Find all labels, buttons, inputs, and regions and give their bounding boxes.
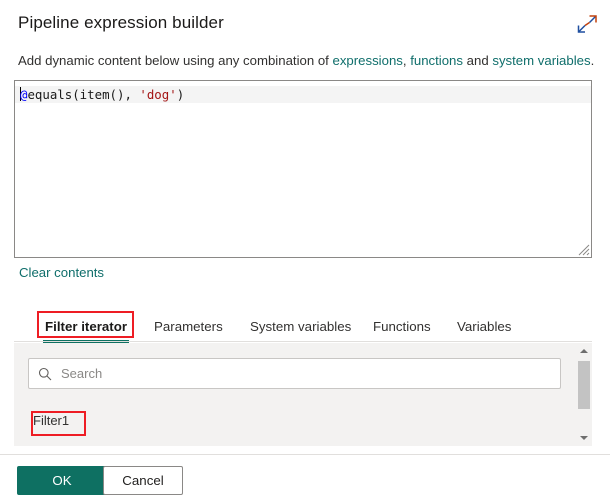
tab-content-pane: Filter1 [14,343,592,446]
expression-editor[interactable]: @equals(item(), 'dog') [14,80,592,258]
pane-scrollbar[interactable] [576,343,592,446]
expression-code-line: @equals(item(), 'dog') [15,86,184,103]
tab-variables[interactable]: Variables [455,312,513,341]
tab-filter-iterator[interactable]: Filter iterator [43,312,130,343]
cancel-button[interactable]: Cancel [103,466,183,495]
link-functions[interactable]: functions [410,53,463,68]
tab-system-variables[interactable]: System variables [248,312,353,341]
code-token-close-paren: ) [176,87,185,102]
subtitle-prefix: Add dynamic content below using any comb… [18,53,333,68]
tab-parameters[interactable]: Parameters [152,312,225,341]
expand-icon-svg [577,15,597,33]
link-system-variables[interactable]: system variables [492,53,590,68]
footer-divider [0,454,610,455]
scroll-up-arrow-icon[interactable] [576,343,592,359]
tab-bar: Filter iterator Parameters System variab… [0,312,610,343]
tab-functions[interactable]: Functions [371,312,433,341]
subtitle-sep-2: and [463,53,493,68]
scrollbar-thumb[interactable] [578,361,590,409]
clear-contents-link[interactable]: Clear contents [19,265,104,280]
expand-diagonal-arrows-icon[interactable] [576,13,598,35]
resize-grip-svg [578,244,590,256]
code-token-function: equals(item(), [27,87,140,102]
search-input[interactable] [59,365,551,382]
tab-bottom-divider [14,341,592,342]
editor-active-line[interactable]: @equals(item(), 'dog') [15,86,591,103]
scroll-down-arrow-icon[interactable] [576,430,592,446]
link-expressions[interactable]: expressions [333,53,403,68]
subtitle-suffix: . [590,53,595,68]
panel-header: Pipeline expression builder [0,0,610,44]
code-token-string: 'dog' [139,87,177,102]
search-box[interactable] [28,358,561,389]
search-icon [38,367,52,380]
resize-grip-icon[interactable] [577,243,590,256]
subtitle-description: Add dynamic content below using any comb… [18,53,598,68]
list-item[interactable]: Filter1 [30,411,72,430]
arrow-up-glyph [580,349,588,353]
arrow-down-glyph [580,436,588,440]
page-title: Pipeline expression builder [18,13,224,32]
ok-button[interactable]: OK [17,466,107,495]
